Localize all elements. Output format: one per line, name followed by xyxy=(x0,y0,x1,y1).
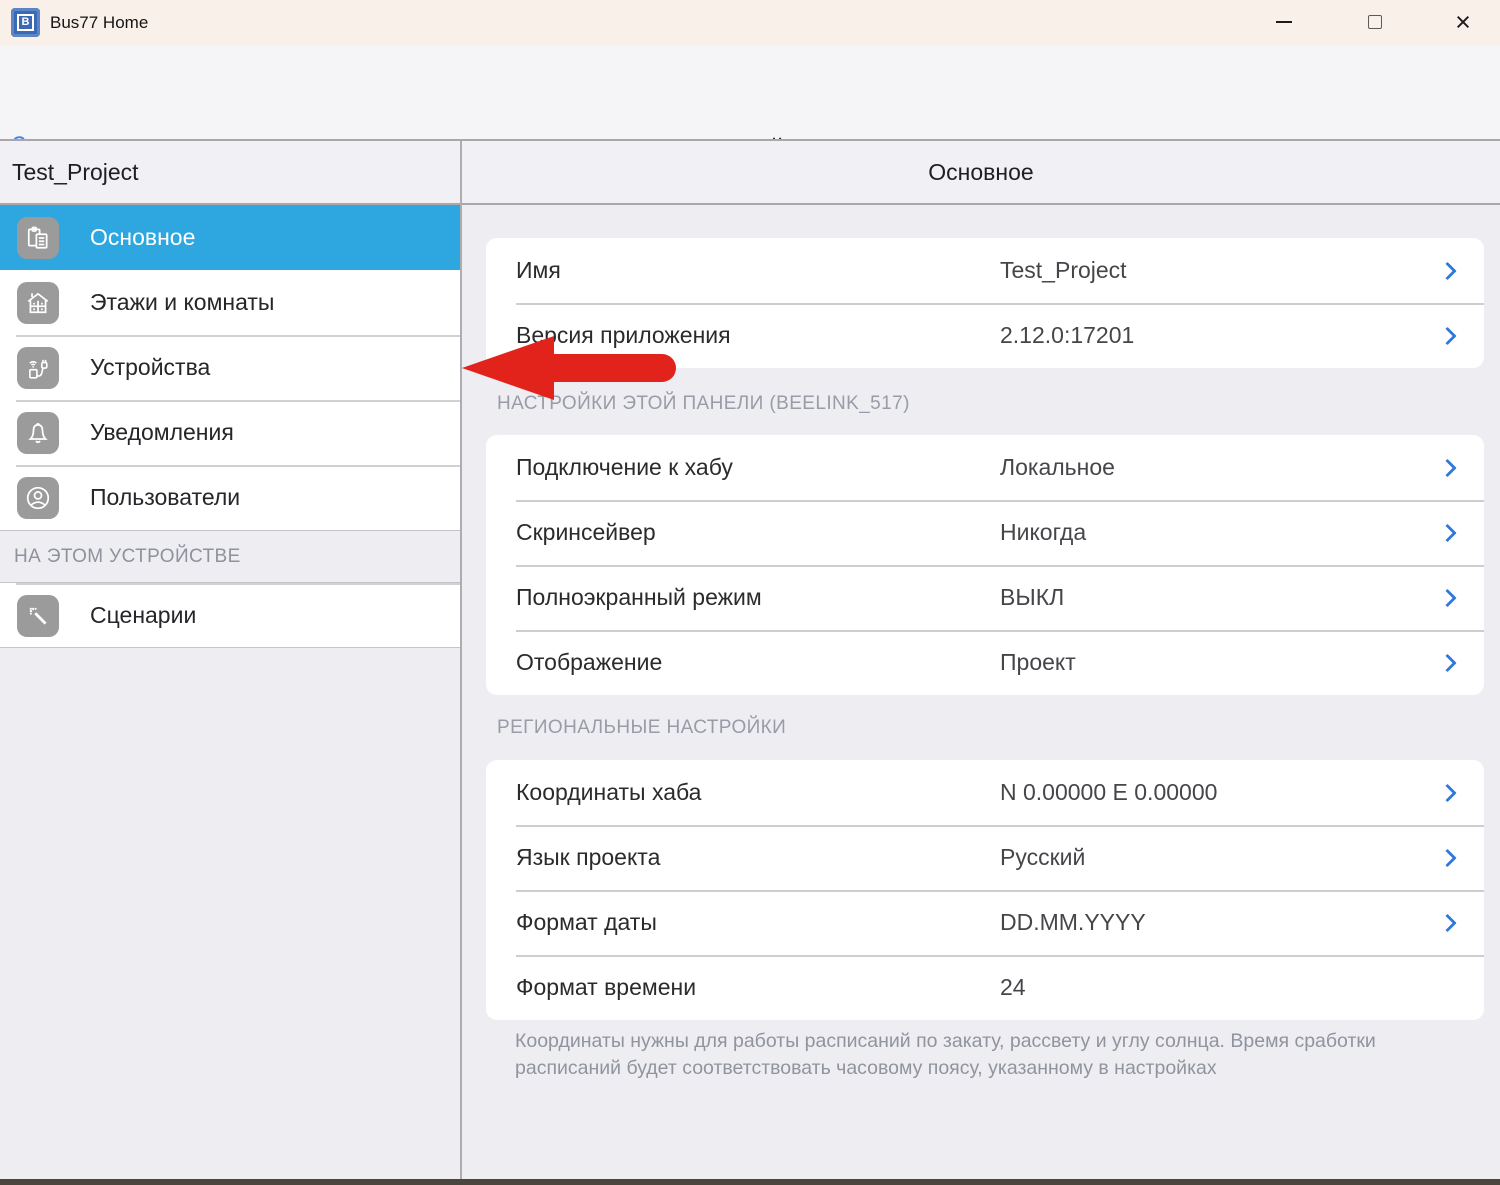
row-label: Версия приложения xyxy=(516,322,731,349)
sidebar-item-label: Пользователи xyxy=(90,484,240,511)
sidebar-item-label: Сценарии xyxy=(90,602,196,629)
row-value: Русский xyxy=(1000,844,1085,871)
row-label: Координаты хаба xyxy=(516,779,701,806)
row-value: Test_Project xyxy=(1000,257,1127,284)
sidebar: Основное Этажи и комнаты xyxy=(0,205,460,648)
row-value: ВЫКЛ xyxy=(1000,584,1064,611)
row-label: Скринсейвер xyxy=(516,519,656,546)
row-value: 2.12.0:17201 xyxy=(1000,322,1134,349)
page-title: Основное xyxy=(462,141,1500,203)
row-project-language[interactable]: Язык проекта Русский xyxy=(486,825,1484,890)
window-title: Bus77 Home xyxy=(50,0,148,46)
scenarios-wand-icon xyxy=(17,595,59,637)
sidebar-item-devices[interactable]: Устройства xyxy=(0,335,460,400)
row-label: Язык проекта xyxy=(516,844,660,871)
settings-header: Закрыть Настройки xyxy=(0,46,1500,139)
row-label: Формат даты xyxy=(516,909,657,936)
chevron-right-icon xyxy=(1438,653,1456,671)
chevron-right-icon xyxy=(1438,458,1456,476)
minimize-icon xyxy=(1276,21,1292,23)
row-label: Формат времени xyxy=(516,974,696,1001)
floors-rooms-icon xyxy=(17,282,59,324)
minimize-button[interactable] xyxy=(1261,0,1307,44)
sidebar-item-label: Устройства xyxy=(90,354,210,381)
row-name[interactable]: Имя Test_Project xyxy=(486,238,1484,303)
row-app-version[interactable]: Версия приложения 2.12.0:17201 xyxy=(486,303,1484,368)
row-value: N 0.00000 E 0.00000 xyxy=(1000,779,1217,806)
chevron-right-icon xyxy=(1438,848,1456,866)
chevron-right-icon xyxy=(1438,261,1456,279)
close-window-button[interactable]: × xyxy=(1440,0,1486,44)
sidebar-section-on-this-device: НА ЭТОМ УСТРОЙСТВЕ xyxy=(0,530,460,583)
row-label: Отображение xyxy=(516,649,662,676)
project-name-header: Test_Project xyxy=(0,141,460,203)
row-value: DD.MM.YYYY xyxy=(1000,909,1146,936)
row-screensaver[interactable]: Скринсейвер Никогда xyxy=(486,500,1484,565)
row-hub-connection[interactable]: Подключение к хабу Локальное xyxy=(486,435,1484,500)
row-label: Подключение к хабу xyxy=(516,454,733,481)
row-value: Никогда xyxy=(1000,519,1086,546)
chevron-right-icon xyxy=(1438,588,1456,606)
row-fullscreen-mode[interactable]: Полноэкранный режим ВЫКЛ xyxy=(486,565,1484,630)
row-value: Локальное xyxy=(1000,454,1115,481)
sidebar-item-label: Основное xyxy=(90,224,195,251)
settings-card-regional: Координаты хаба N 0.00000 E 0.00000 Язык… xyxy=(486,760,1484,1020)
section-panel-settings: НАСТРОЙКИ ЭТОЙ ПАНЕЛИ (BEELINK_517) xyxy=(497,390,1397,418)
settings-card-panel: Подключение к хабу Локальное Скринсейвер… xyxy=(486,435,1484,695)
row-value: Проект xyxy=(1000,649,1076,676)
devices-icon xyxy=(17,347,59,389)
sidebar-item-scenarios[interactable]: Сценарии xyxy=(0,583,460,648)
taskbar-edge xyxy=(0,1179,1500,1185)
sidebar-item-floors-rooms[interactable]: Этажи и комнаты xyxy=(0,270,460,335)
maximize-icon xyxy=(1368,15,1382,29)
chevron-right-icon xyxy=(1438,783,1456,801)
sidebar-item-users[interactable]: Пользователи xyxy=(0,465,460,530)
chevron-right-icon xyxy=(1438,913,1456,931)
clipboard-icon xyxy=(17,217,59,259)
window-titlebar: B Bus77 Home × xyxy=(0,0,1500,46)
settings-card-general: Имя Test_Project Версия приложения 2.12.… xyxy=(486,238,1484,368)
sidebar-item-label: Уведомления xyxy=(90,419,234,446)
row-label: Полноэкранный режим xyxy=(516,584,762,611)
sidebar-divider xyxy=(460,141,462,1179)
row-time-format[interactable]: Формат времени 24 xyxy=(486,955,1484,1020)
row-date-format[interactable]: Формат даты DD.MM.YYYY xyxy=(486,890,1484,955)
app-logo-icon: B xyxy=(11,8,40,37)
row-display-mode[interactable]: Отображение Проект xyxy=(486,630,1484,695)
chevron-right-icon xyxy=(1438,326,1456,344)
row-value: 24 xyxy=(1000,974,1026,1001)
section-regional-settings: РЕГИОНАЛЬНЫЕ НАСТРОЙКИ xyxy=(497,714,1397,742)
close-icon: × xyxy=(1455,9,1471,36)
users-icon xyxy=(17,477,59,519)
row-hub-coordinates[interactable]: Координаты хаба N 0.00000 E 0.00000 xyxy=(486,760,1484,825)
sidebar-item-general[interactable]: Основное xyxy=(0,205,460,270)
maximize-button[interactable] xyxy=(1352,0,1398,44)
sidebar-item-label: Этажи и комнаты xyxy=(90,289,274,316)
sidebar-item-notifications[interactable]: Уведомления xyxy=(0,400,460,465)
coordinates-footnote: Координаты нужны для работы расписаний п… xyxy=(515,1028,1465,1082)
chevron-right-icon xyxy=(1438,523,1456,541)
notifications-bell-icon xyxy=(17,412,59,454)
row-label: Имя xyxy=(516,257,561,284)
